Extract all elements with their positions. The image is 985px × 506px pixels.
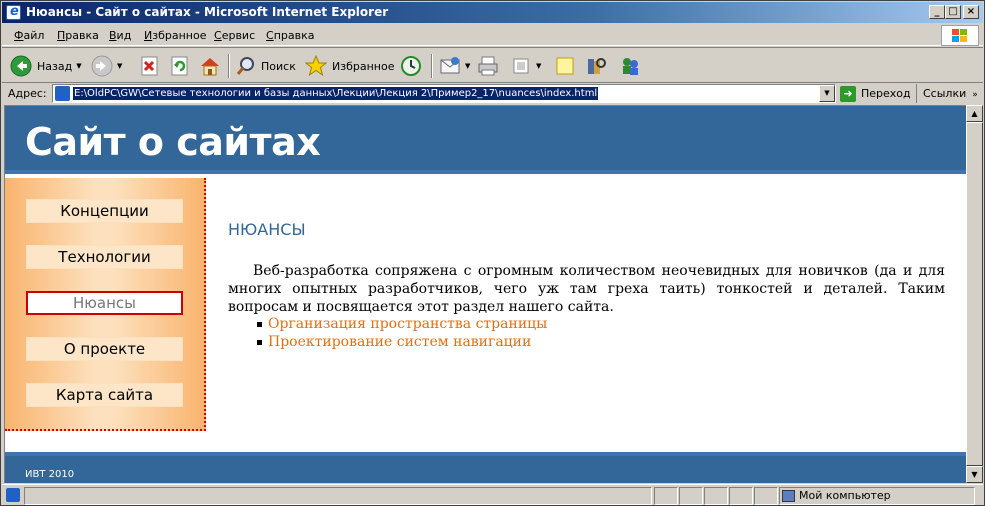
- windows-logo-icon: [941, 25, 979, 46]
- mail-icon: [439, 55, 461, 77]
- scroll-down-icon[interactable]: ▼: [966, 466, 983, 483]
- stop-button[interactable]: [139, 53, 161, 79]
- security-zone: Мой компьютер: [782, 489, 891, 502]
- status-cell: [754, 487, 778, 505]
- nav-item-about[interactable]: О проекте: [26, 337, 183, 361]
- search-icon: [235, 55, 257, 77]
- toolbar: Назад ▼ ▼ Поиск Избранное ▼ ▼: [2, 47, 983, 83]
- title-bar[interactable]: Нюансы - Сайт о сайтах - Microsoft Inter…: [2, 2, 983, 23]
- site-title: Сайт о сайтах: [25, 120, 321, 164]
- stop-icon: [139, 55, 161, 77]
- edit-dropdown-icon[interactable]: ▼: [536, 62, 541, 70]
- scroll-thumb[interactable]: [966, 122, 983, 466]
- status-bar: Мой компьютер: [2, 484, 983, 505]
- document-icon: [510, 55, 532, 77]
- link-list: Организация пространства страницы Проект…: [256, 315, 547, 351]
- links-button[interactable]: Ссылки »: [916, 84, 978, 103]
- research-icon: [585, 55, 607, 77]
- address-label: Адрес:: [8, 87, 47, 100]
- note-icon: [554, 55, 576, 77]
- maximize-button[interactable]: □: [945, 5, 961, 19]
- forward-button[interactable]: ▼: [91, 53, 122, 79]
- printer-icon: [477, 55, 499, 77]
- zone-label: Мой компьютер: [799, 489, 891, 502]
- home-icon: [199, 55, 221, 77]
- history-button[interactable]: [400, 53, 422, 79]
- vertical-scrollbar[interactable]: ▲ ▼: [966, 105, 983, 483]
- go-arrow-icon: ➜: [840, 85, 856, 102]
- back-label: Назад: [37, 59, 73, 73]
- page-icon: [55, 86, 70, 101]
- site-footer: ИВТ 2010: [5, 452, 966, 483]
- back-arrow-icon: [10, 55, 32, 77]
- scroll-up-icon[interactable]: ▲: [966, 105, 983, 122]
- browser-window: Нюансы - Сайт о сайтах - Microsoft Inter…: [0, 0, 985, 506]
- research-button[interactable]: [585, 53, 607, 79]
- toolbar-separator: [431, 54, 433, 78]
- refresh-button[interactable]: [169, 53, 191, 79]
- links-label: Ссылки: [923, 87, 967, 100]
- nav-item-nuances[interactable]: Нюансы: [26, 291, 183, 315]
- go-button[interactable]: ➜ Переход: [840, 84, 911, 103]
- menu-favorites[interactable]: Избранное: [144, 29, 206, 42]
- nav-item-sitemap[interactable]: Карта сайта: [26, 383, 183, 407]
- list-item: Проектирование систем навигации: [256, 333, 547, 351]
- messenger-icon: [619, 55, 641, 77]
- back-button[interactable]: Назад ▼: [10, 53, 82, 79]
- print-button[interactable]: [477, 53, 499, 79]
- link-navigation-design[interactable]: Проектирование систем навигации: [268, 334, 531, 350]
- mail-button[interactable]: ▼: [439, 53, 470, 79]
- discuss-button[interactable]: [554, 53, 576, 79]
- internet-explorer-icon: [6, 4, 21, 20]
- menu-bar: Файл Правка Вид Избранное Сервис Справка: [2, 24, 983, 46]
- list-item: Организация пространства страницы: [256, 315, 547, 333]
- search-label: Поиск: [261, 59, 296, 73]
- menu-tools[interactable]: Сервис: [214, 29, 255, 42]
- status-cell: [654, 487, 678, 505]
- address-bar: Адрес: E:\OldPC\GW\Сетевые технологии и …: [2, 83, 983, 104]
- star-icon: [304, 54, 328, 77]
- site-header: Сайт о сайтах: [5, 106, 966, 174]
- status-cell: [729, 487, 753, 505]
- close-button[interactable]: ×: [963, 5, 979, 19]
- window-title: Нюансы - Сайт о сайтах - Microsoft Inter…: [26, 5, 389, 19]
- computer-icon: [782, 489, 795, 502]
- status-cell: [704, 487, 728, 505]
- address-url[interactable]: E:\OldPC\GW\Сетевые технологии и базы да…: [73, 87, 599, 100]
- menu-edit[interactable]: Правка: [57, 29, 99, 42]
- page-status-icon: [6, 488, 20, 502]
- toolbar-separator: [228, 54, 230, 78]
- refresh-icon: [169, 55, 191, 77]
- forward-arrow-icon: [91, 55, 113, 77]
- favorites-button[interactable]: Избранное: [304, 53, 395, 79]
- mail-dropdown-icon[interactable]: ▼: [465, 62, 470, 70]
- nav-item-technologies[interactable]: Технологии: [26, 245, 183, 269]
- edit-button[interactable]: ▼: [510, 53, 541, 79]
- intro-paragraph: Веб-разработка сопряжена с огромным коли…: [228, 263, 945, 315]
- search-button[interactable]: Поиск: [235, 53, 296, 79]
- footer-text: ИВТ 2010: [25, 469, 75, 480]
- history-icon: [400, 55, 422, 77]
- home-button[interactable]: [199, 53, 221, 79]
- address-dropdown-icon[interactable]: ▼: [819, 85, 835, 102]
- go-label: Переход: [861, 87, 911, 100]
- messenger-button[interactable]: [619, 53, 641, 79]
- nav-item-concepts[interactable]: Концепции: [26, 199, 183, 223]
- forward-dropdown-icon[interactable]: ▼: [117, 62, 122, 70]
- section-title: НЮАНСЫ: [228, 220, 306, 239]
- back-dropdown-icon[interactable]: ▼: [76, 62, 81, 70]
- site-sidebar: Концепции Технологии Нюансы О проекте Ка…: [5, 178, 206, 431]
- menu-view[interactable]: Вид: [109, 29, 131, 42]
- menu-file[interactable]: Файл: [14, 29, 44, 42]
- link-page-space[interactable]: Организация пространства страницы: [268, 316, 547, 332]
- favorites-label: Избранное: [332, 59, 395, 73]
- minimize-button[interactable]: _: [929, 5, 945, 19]
- page-viewport[interactable]: Сайт о сайтах Концепции Технологии Нюанс…: [4, 105, 966, 483]
- address-input[interactable]: E:\OldPC\GW\Сетевые технологии и базы да…: [52, 84, 836, 103]
- chevron-right-icon: »: [972, 90, 978, 100]
- status-cell: [679, 487, 703, 505]
- menu-help[interactable]: Справка: [266, 29, 314, 42]
- status-text-cell: [24, 487, 652, 505]
